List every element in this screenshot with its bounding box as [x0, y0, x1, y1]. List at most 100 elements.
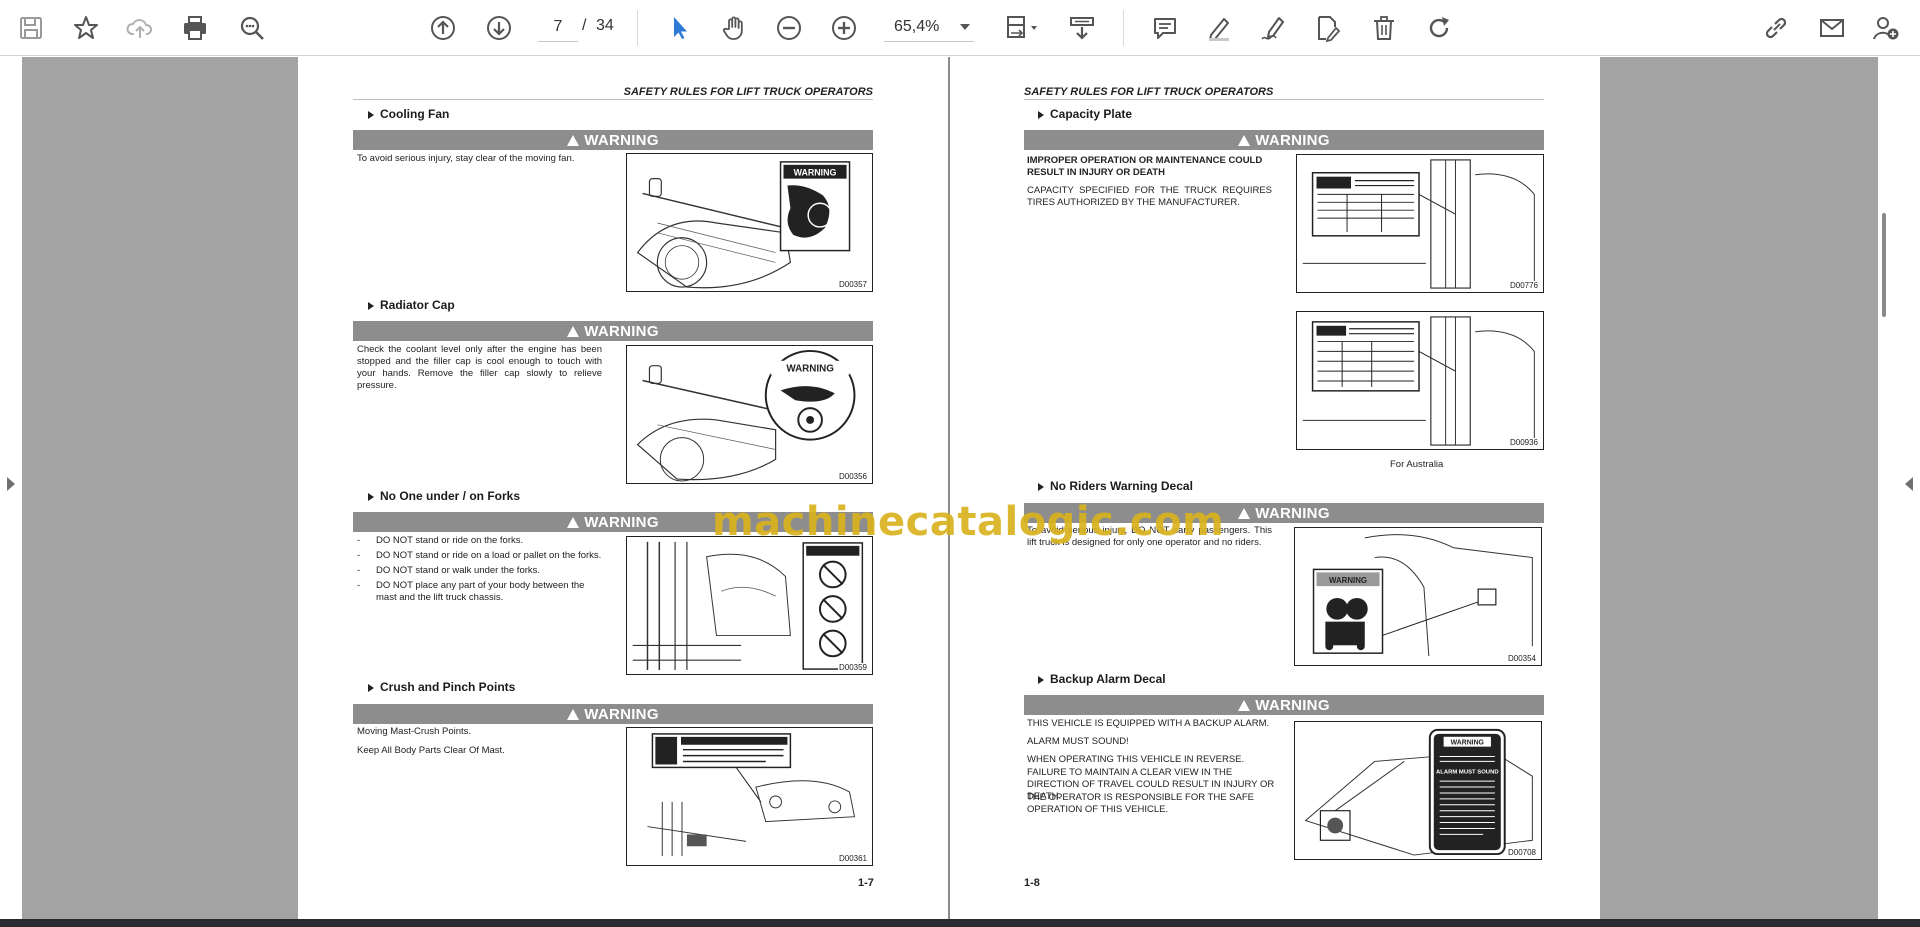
arrow-down-circle-icon: [487, 16, 511, 40]
plus-circle-icon: [832, 16, 856, 40]
scroll-mode-button[interactable]: [1062, 8, 1102, 48]
warning-triangle-icon: [567, 325, 580, 337]
delete-button[interactable]: [1364, 8, 1404, 48]
section-bold-text: IMPROPER OPERATION OR MAINTENANCE COULD …: [1027, 155, 1263, 178]
bookmark-button[interactable]: [66, 8, 106, 48]
toolbar-divider: [1123, 10, 1124, 46]
rotate-icon: [1429, 17, 1449, 38]
zoom-level-dropdown[interactable]: 65,4%: [884, 12, 974, 42]
warning-bar: WARNING: [353, 321, 873, 341]
page-number: 1-8: [1024, 877, 1040, 889]
figure-crush-points: D00361: [626, 727, 873, 866]
mail-icon: [1820, 19, 1844, 37]
scroll-down-icon: [1070, 17, 1094, 40]
figure-no-riders: WARNING D00354: [1294, 527, 1542, 666]
right-panel-toggle[interactable]: [1905, 477, 1913, 491]
figure-code: D00708: [1506, 848, 1537, 857]
watermark-text: machinecatalogic.com: [712, 499, 1225, 545]
bullet-triangle-icon: [368, 110, 374, 119]
mast-forks-illustration: [632, 541, 864, 671]
figure-code: D00354: [1506, 654, 1537, 663]
next-page-button[interactable]: [479, 8, 519, 48]
section-title-backup-alarm: Backup Alarm Decal: [1038, 672, 1166, 686]
figure-code: D00361: [837, 854, 868, 863]
vertical-scrollbar[interactable]: [1882, 213, 1886, 317]
save-icon: [20, 17, 42, 39]
zoom-out-button[interactable]: [769, 8, 809, 48]
bullet-list: - DO NOT stand or ride on the forks. - DO …: [357, 535, 602, 607]
highlight-button[interactable]: [1199, 8, 1239, 48]
warning-bar: WARNING: [353, 130, 873, 150]
save-button[interactable]: [11, 8, 51, 48]
arrow-up-circle-icon: [431, 16, 455, 40]
share-link-button[interactable]: [1756, 8, 1796, 48]
document-viewer[interactable]: SAFETY RULES FOR LIFT TRUCK OPERATORS Co…: [0, 57, 1920, 919]
section-title-no-one-under-forks: No One under / on Forks: [368, 489, 520, 503]
page-layout-icon: [1007, 16, 1037, 38]
section-text: To avoid serious injury, stay clear of t…: [357, 153, 575, 164]
select-tool-button[interactable]: [659, 8, 699, 48]
hand-tool-button[interactable]: [714, 8, 754, 48]
warning-bar: WARNING: [1024, 130, 1544, 150]
pen-squiggle-icon: [1261, 17, 1284, 40]
toolbar-divider: [637, 10, 638, 46]
page-number-input[interactable]: [538, 12, 578, 42]
cloud-upload-icon: [126, 19, 153, 38]
section-text: WHEN OPERATING THIS VEHICLE IN REVERSE.: [1027, 754, 1245, 765]
page-header: SAFETY RULES FOR LIFT TRUCK OPERATORS: [353, 86, 873, 100]
figure-code: D00936: [1508, 438, 1539, 447]
list-item: - DO NOT stand or ride on a load or palle…: [357, 550, 602, 561]
figure-code: D00359: [837, 663, 868, 672]
capacity-plate-illustration: [1302, 159, 1535, 289]
section-text: Moving Mast-Crush Points.: [357, 726, 472, 737]
section-title-cooling-fan: Cooling Fan: [368, 107, 449, 121]
figure-code: D00776: [1508, 281, 1539, 290]
zoom-find-button[interactable]: [232, 8, 272, 48]
section-title-radiator-cap: Radiator Cap: [368, 298, 455, 312]
bullet-triangle-icon: [1038, 110, 1044, 119]
upload-cloud-button[interactable]: [120, 8, 160, 48]
zoom-search-icon: [240, 16, 264, 40]
zoom-in-button[interactable]: [824, 8, 864, 48]
svg-text:ALARM MUST SOUND: ALARM MUST SOUND: [1436, 769, 1499, 775]
warning-bar: WARNING: [353, 704, 873, 724]
svg-text:WARNING: WARNING: [1451, 740, 1484, 747]
section-title-capacity-plate: Capacity Plate: [1038, 107, 1132, 121]
section-text: CAPACITY SPECIFIED FOR THE TRUCK REQUIRE…: [1027, 185, 1272, 208]
bullet-triangle-icon: [1038, 675, 1044, 684]
left-panel-toggle[interactable]: [7, 477, 15, 491]
list-item: - DO NOT stand or ride on the forks.: [357, 535, 524, 546]
edit-document-button[interactable]: [1308, 8, 1348, 48]
previous-page-button[interactable]: [423, 8, 463, 48]
print-button[interactable]: [175, 8, 215, 48]
figure-code: D00356: [837, 472, 868, 481]
email-button[interactable]: [1812, 8, 1852, 48]
comment-icon: [1154, 18, 1176, 39]
warning-triangle-icon: [1238, 699, 1251, 711]
warning-triangle-icon: [567, 134, 580, 146]
figure-radiator-cap: WARNING D00356: [626, 345, 873, 484]
warning-triangle-icon: [567, 708, 580, 720]
window-bottom-bar: [0, 919, 1920, 927]
bullet-triangle-icon: [368, 683, 374, 692]
rotate-button[interactable]: [1419, 8, 1459, 48]
radiator-fan-illustration: WARNING: [636, 161, 851, 289]
page-view-button[interactable]: [998, 8, 1048, 48]
svg-text:WARNING: WARNING: [794, 168, 837, 178]
svg-text:WARNING: WARNING: [786, 364, 834, 375]
comment-button[interactable]: [1145, 8, 1185, 48]
draw-button[interactable]: [1253, 8, 1293, 48]
bullet-triangle-icon: [368, 301, 374, 310]
section-text: ALARM MUST SOUND!: [1027, 736, 1129, 747]
bullet-triangle-icon: [368, 492, 374, 501]
figure-code: D00357: [837, 280, 868, 289]
add-user-button[interactable]: [1866, 8, 1906, 48]
no-riders-illustration: WARNING: [1312, 534, 1533, 657]
page-separator: /: [582, 17, 587, 34]
document-edit-icon: [1318, 16, 1341, 42]
pen-icon: [1209, 18, 1229, 41]
star-icon: [74, 16, 98, 39]
toolbar: / 34 65,4%: [0, 0, 1920, 56]
minus-circle-icon: [777, 16, 801, 40]
document-page-right: SAFETY RULES FOR LIFT TRUCK OPERATORS Ca…: [950, 57, 1600, 919]
